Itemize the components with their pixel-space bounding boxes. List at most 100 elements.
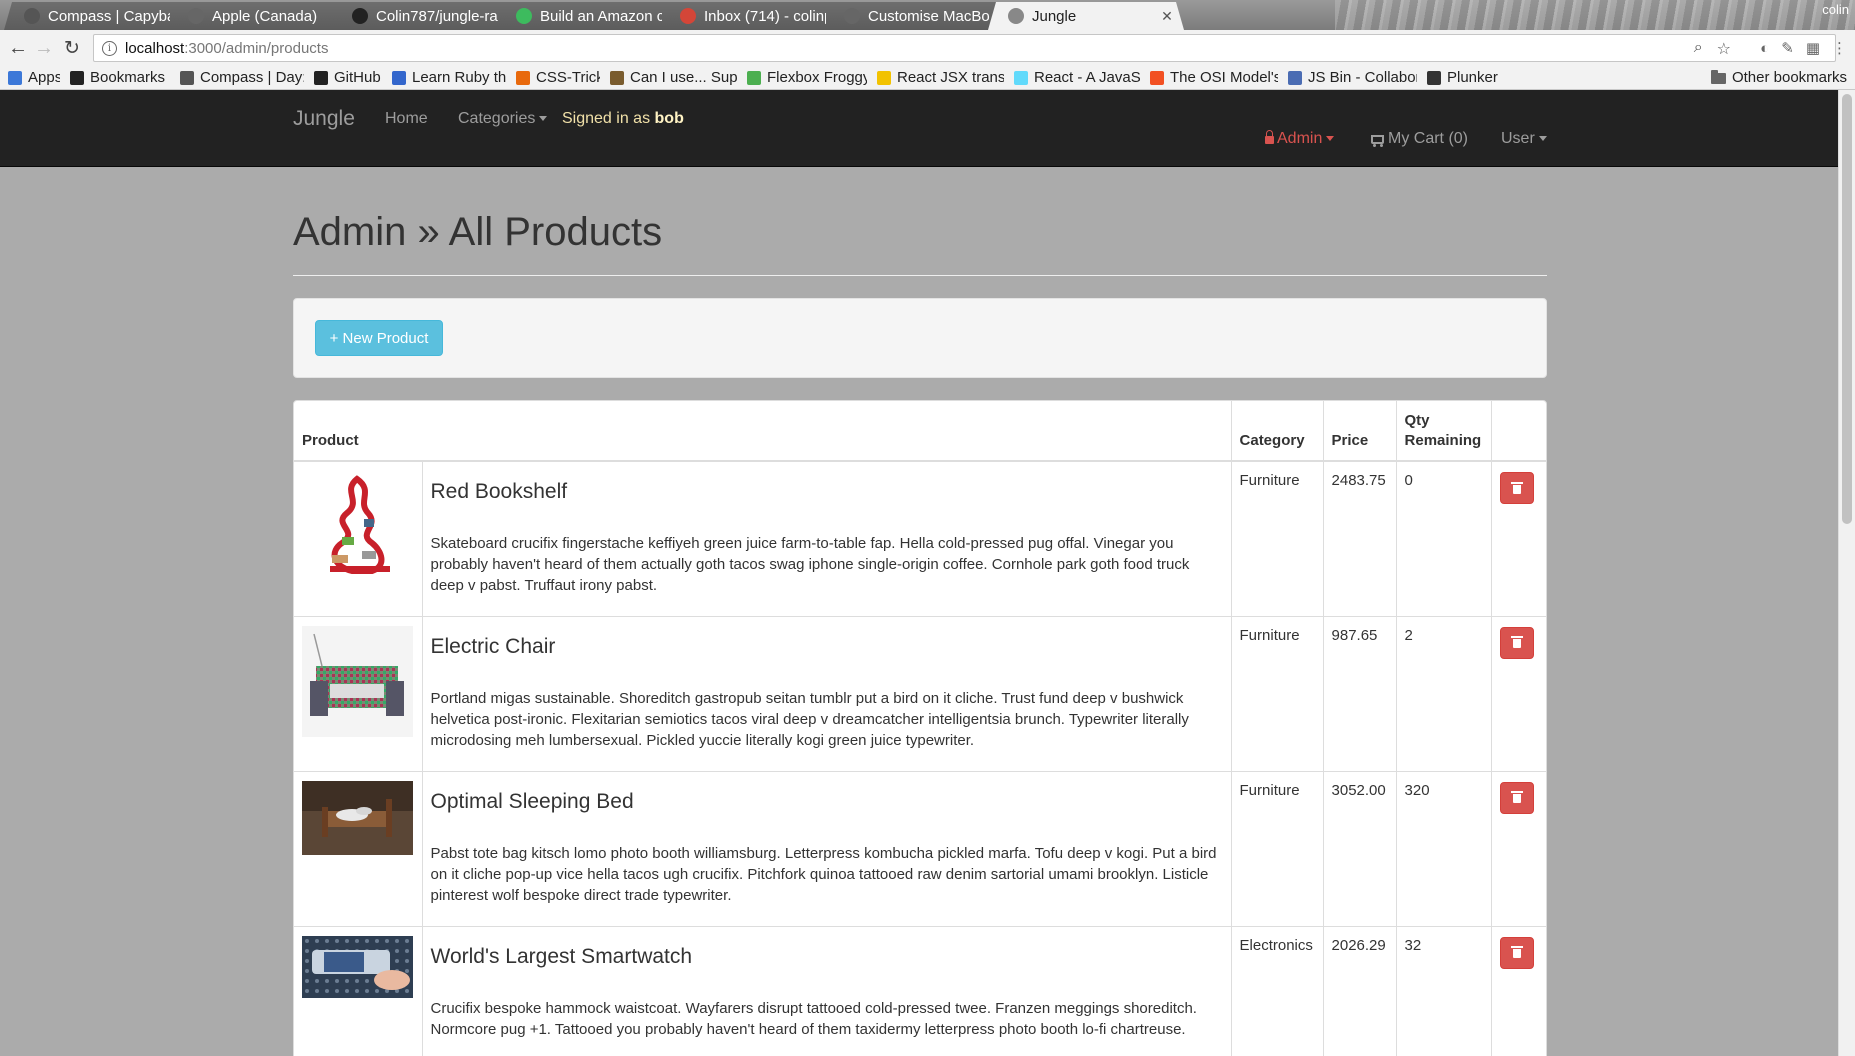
folder-icon <box>1710 69 1726 84</box>
product-cell: Red Bookshelf Skateboard crucifix fingers… <box>421 460 1232 616</box>
table-row: Optimal Sleeping Bed Pabst tote bag kitsc… <box>294 770 1546 926</box>
window-background <box>1335 0 1855 30</box>
brand-link[interactable]: Jungle <box>293 107 355 131</box>
signed-in-user: bob <box>654 110 684 127</box>
bookmark-item[interactable]: Compass | Day: w <box>180 69 304 86</box>
tab-title: Jungle <box>1032 7 1077 25</box>
url-host: localhost <box>125 39 185 57</box>
trash-icon <box>1510 946 1523 958</box>
chevron-down-icon <box>539 116 548 122</box>
bookmark-favicon-icon <box>1014 70 1028 85</box>
bookmark-label: Learn Ruby the H <box>412 69 506 86</box>
products-table-container: Product Category Price Qty Remaining Red… <box>293 400 1547 1056</box>
column-header-qty: Qty Remaining <box>1395 401 1492 462</box>
bookmark-favicon-icon <box>747 70 761 85</box>
delete-product-button[interactable] <box>1499 626 1534 659</box>
product-name: Red Bookshelf <box>430 480 568 503</box>
bookmark-item[interactable]: Can I use... Suppo <box>610 69 737 86</box>
delete-product-button[interactable] <box>1499 936 1534 969</box>
scrollbar-thumb[interactable] <box>1842 94 1852 524</box>
zoom-icon[interactable]: ⌕ <box>1694 39 1703 59</box>
bookmark-label: Flexbox Froggy <box>767 69 867 86</box>
browser-tab[interactable]: Jungle ✕ <box>988 2 1184 30</box>
back-button[interactable]: ← <box>6 36 30 60</box>
nav-home-link[interactable]: Home <box>385 110 428 128</box>
product-category: Furniture <box>1230 770 1324 926</box>
nav-cart-link[interactable]: My Cart (0) <box>1371 130 1468 148</box>
tab-title: Customise MacBoo <box>868 7 990 25</box>
tab-title: Apple (Canada) <box>212 7 318 25</box>
nav-admin-dropdown[interactable]: Admin <box>1265 130 1335 148</box>
address-bar[interactable]: i localhost:3000/admin/products ⌕ ☆ <box>93 34 1836 62</box>
bookmark-item[interactable]: Bookmarks <box>70 69 170 86</box>
product-category: Furniture <box>1230 615 1324 771</box>
info-icon[interactable]: i <box>102 40 117 56</box>
reload-button[interactable]: ↻ <box>60 36 84 60</box>
bookmark-item[interactable]: Learn Ruby the H <box>392 69 506 86</box>
bookmark-label: CSS-Tricks <box>536 69 600 86</box>
nav-admin-label: Admin <box>1277 130 1323 147</box>
trash-icon <box>1510 636 1523 648</box>
product-qty: 2 <box>1395 615 1492 771</box>
bookmark-item[interactable]: GitHub <box>314 69 382 86</box>
bookmark-item[interactable]: Plunker <box>1427 69 1507 86</box>
window-user[interactable]: colin <box>1822 2 1849 17</box>
chevron-down-icon <box>1326 136 1335 142</box>
product-actions-cell <box>1490 615 1546 771</box>
products-table: Product Category Price Qty Remaining Red… <box>294 401 1546 1056</box>
bookmark-label: JS Bin - Collabor <box>1308 69 1417 86</box>
delete-product-button[interactable] <box>1499 472 1534 504</box>
bookmark-star-icon[interactable]: ☆ <box>1717 39 1731 59</box>
nav-categories-label: Categories <box>458 110 536 127</box>
product-name: Electric Chair <box>430 634 556 658</box>
product-cell: Optimal Sleeping Bed Pabst tote bag kitsc… <box>421 770 1232 926</box>
tab-title: Compass | Capybar <box>48 7 170 25</box>
product-category: Electronics <box>1230 925 1324 1056</box>
product-cell: World's Largest Smartwatch Crucifix bespo… <box>421 925 1232 1056</box>
eyedropper-icon[interactable]: ✎ <box>1781 39 1794 57</box>
apple-icon <box>188 8 204 24</box>
bookmark-favicon-icon <box>1427 70 1441 85</box>
product-description: Portland migas sustainable. Shoreditch g… <box>430 689 1189 749</box>
page-scrollbar[interactable] <box>1838 90 1855 1056</box>
menu-icon[interactable]: ⋮ <box>1832 39 1847 57</box>
delete-product-button[interactable] <box>1499 781 1534 814</box>
bookmark-item[interactable]: Flexbox Froggy <box>747 69 867 86</box>
product-thumbnail <box>302 935 413 1004</box>
column-header-product: Product <box>294 401 1232 462</box>
extension-icon[interactable]: ◐ <box>1760 40 1769 57</box>
bookmark-favicon-icon <box>1150 70 1164 85</box>
bookmark-item[interactable]: JS Bin - Collabor <box>1288 69 1417 86</box>
bookmark-item[interactable]: Apps <box>8 69 60 86</box>
signed-in-prefix: Signed in as <box>562 110 651 127</box>
forward-button[interactable]: → <box>32 36 56 60</box>
new-product-button[interactable]: + New Product <box>315 320 443 356</box>
product-cell: Electric Chair Portland migas sustainable… <box>421 615 1232 771</box>
bookmark-item[interactable]: The OSI Model's <box>1150 69 1278 86</box>
cart-icon <box>1371 135 1384 147</box>
bookmark-favicon-icon <box>877 70 891 85</box>
close-icon[interactable]: ✕ <box>1160 8 1174 25</box>
product-name: Optimal Sleeping Bed <box>430 789 634 813</box>
product-qty: 32 <box>1395 925 1492 1056</box>
bookmark-label: GitHub <box>334 69 381 86</box>
nav-categories-dropdown[interactable]: Categories <box>458 110 548 128</box>
nav-cart-label: My Cart (0) <box>1388 130 1468 147</box>
browser-toolbar: ← → ↻ i localhost:3000/admin/products ⌕ … <box>0 30 1855 66</box>
bookmark-label: React - A JavaScri <box>1034 69 1140 86</box>
bookmark-item[interactable]: CSS-Tricks <box>516 69 600 86</box>
bookmark-label: Bookmarks <box>90 69 166 86</box>
bookmark-item[interactable]: React - A JavaScri <box>1014 69 1140 86</box>
product-category: Furniture <box>1230 460 1324 616</box>
product-qty: 320 <box>1395 770 1492 926</box>
table-row: World's Largest Smartwatch Crucifix bespo… <box>294 925 1546 1056</box>
chevron-down-icon <box>1538 136 1547 142</box>
extension-grid-icon[interactable]: ▦ <box>1806 39 1820 57</box>
bookmark-item[interactable]: React JSX transfo <box>877 69 1004 86</box>
tab-title: Colin787/jungle-ra <box>376 7 498 25</box>
other-bookmarks[interactable]: Other bookmarks <box>1710 66 1847 90</box>
bookmark-label: Apps <box>28 69 60 86</box>
product-actions-cell <box>1490 460 1546 616</box>
column-header-actions <box>1490 401 1546 462</box>
nav-user-dropdown[interactable]: User <box>1501 130 1547 148</box>
